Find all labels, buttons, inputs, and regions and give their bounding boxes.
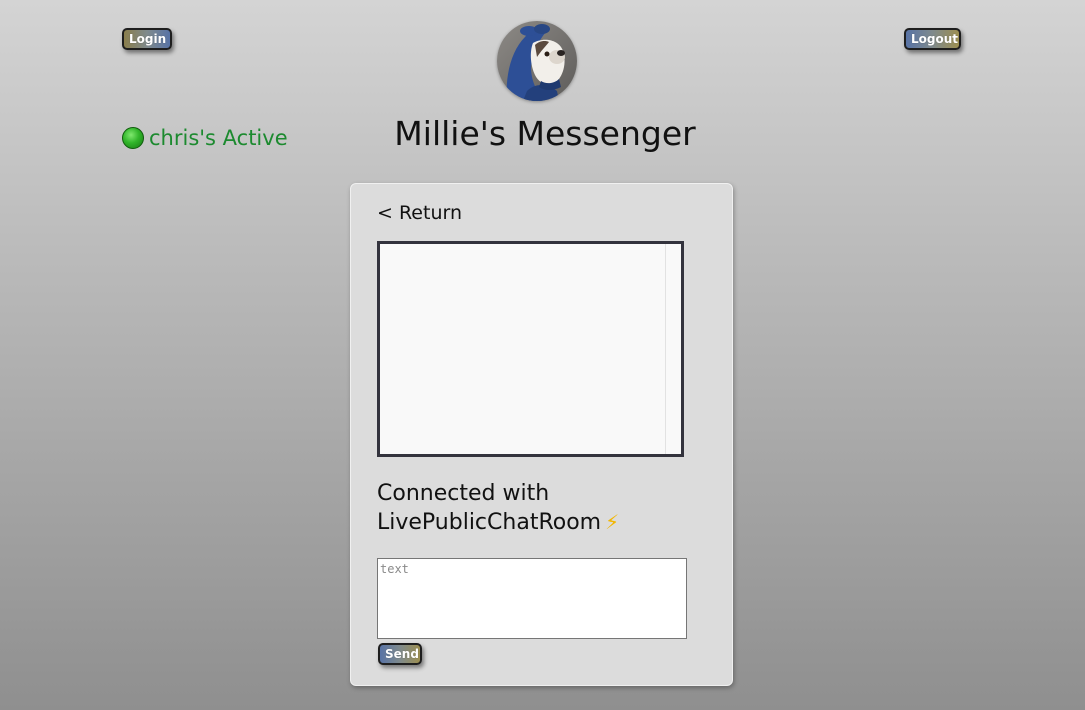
- chat-messages-area[interactable]: [377, 241, 684, 457]
- send-button[interactable]: Send: [378, 643, 422, 665]
- connection-room-name: LivePublicChatRoom: [377, 510, 602, 535]
- message-input[interactable]: [377, 558, 687, 639]
- login-button[interactable]: Login: [122, 28, 172, 50]
- green-circle-icon: [122, 127, 144, 149]
- logout-button[interactable]: Logout: [904, 28, 961, 50]
- chat-scrollbar[interactable]: [665, 244, 681, 454]
- avatar: [497, 21, 577, 101]
- connection-status: Connected with LivePublicChatRoom ⚡: [377, 479, 707, 537]
- user-status: chris's Active: [122, 126, 288, 150]
- chat-panel: < Return Connected with LivePublicChatRo…: [350, 183, 733, 686]
- dog-avatar-icon: [497, 21, 577, 101]
- return-link[interactable]: < Return: [377, 202, 462, 224]
- user-status-text: chris's Active: [149, 126, 288, 150]
- connection-status-line1: Connected with: [377, 481, 550, 506]
- app-title: Millie's Messenger: [394, 114, 696, 153]
- lightning-icon: ⚡: [605, 510, 620, 534]
